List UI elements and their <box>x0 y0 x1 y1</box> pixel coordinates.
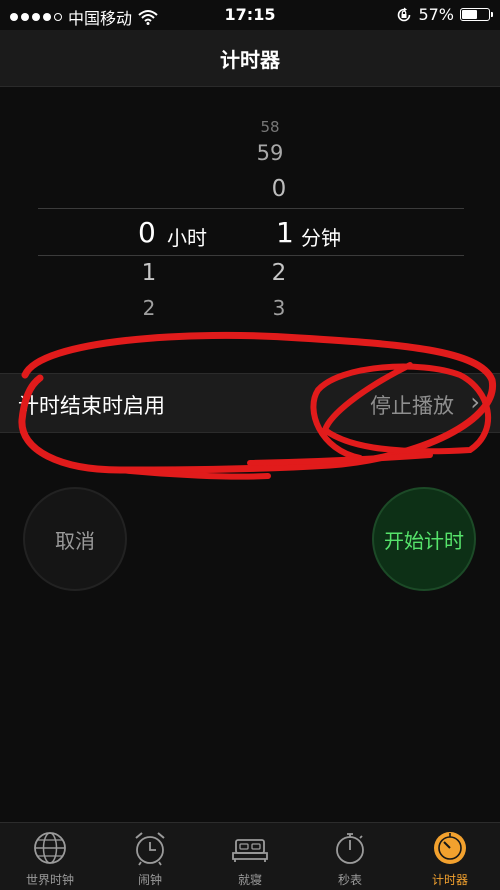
duration-picker[interactable]: 58 59 0 0 小时 1 分钟 1 2 2 3 <box>0 100 500 350</box>
tab-label: 计时器 <box>431 873 468 887</box>
tab-timer[interactable]: 计时器 <box>400 829 500 888</box>
tab-label: 就寝 <box>237 873 262 887</box>
minute-unit-label: 分钟 <box>301 226 341 250</box>
timer-end-label: 计时结束时启用 <box>18 394 165 418</box>
rotation-lock-icon <box>398 7 411 21</box>
bed-icon <box>232 839 268 862</box>
battery-percent: 57% <box>418 5 454 24</box>
status-right: 57% <box>396 5 493 24</box>
timer-end-value: 停止播放 <box>370 394 454 418</box>
page-title: 计时器 <box>220 48 280 72</box>
battery-icon <box>460 8 493 21</box>
tab-world-clock[interactable]: 世界时钟 <box>0 829 100 888</box>
alarm-clock-icon <box>135 832 165 866</box>
tab-label: 世界时钟 <box>25 873 74 887</box>
picker-selection-bottom-line <box>38 255 464 256</box>
minute-option[interactable]: 3 <box>249 296 309 320</box>
start-timer-button[interactable]: 开始计时 <box>372 487 476 591</box>
cancel-button[interactable]: 取消 <box>23 487 127 591</box>
timer-end-sound-row[interactable]: 计时结束时启用 停止播放 › <box>0 373 500 433</box>
timer-icon <box>434 832 466 864</box>
minute-option[interactable]: 58 <box>240 118 300 136</box>
tab-label: 秒表 <box>337 873 362 887</box>
hour-unit-label: 小时 <box>167 226 207 250</box>
tab-bar: 世界时钟 闹钟 就寝 秒表 计时器 <box>0 822 500 890</box>
tab-alarm[interactable]: 闹钟 <box>100 829 200 888</box>
cancel-button-label: 取消 <box>55 528 95 553</box>
chevron-right-icon: › <box>470 388 480 416</box>
tab-label: 闹钟 <box>137 873 162 887</box>
hour-selected-value[interactable]: 0 <box>138 216 156 249</box>
start-button-label: 开始计时 <box>384 528 464 553</box>
globe-icon <box>34 832 66 864</box>
minute-option[interactable]: 59 <box>240 141 300 165</box>
stopwatch-icon <box>336 833 364 864</box>
tab-bedtime[interactable]: 就寝 <box>200 829 300 888</box>
status-bar: 中国移动 17:15 57% <box>0 0 500 30</box>
navigation-bar: 计时器 <box>0 30 500 87</box>
hour-option[interactable]: 1 <box>119 260 179 286</box>
minute-selected-value[interactable]: 1 <box>276 216 294 249</box>
minute-option[interactable]: 0 <box>249 176 309 202</box>
minute-option[interactable]: 2 <box>249 260 309 286</box>
hour-option[interactable]: 2 <box>119 296 179 320</box>
picker-selection-top-line <box>38 208 464 209</box>
tab-stopwatch[interactable]: 秒表 <box>300 829 400 888</box>
